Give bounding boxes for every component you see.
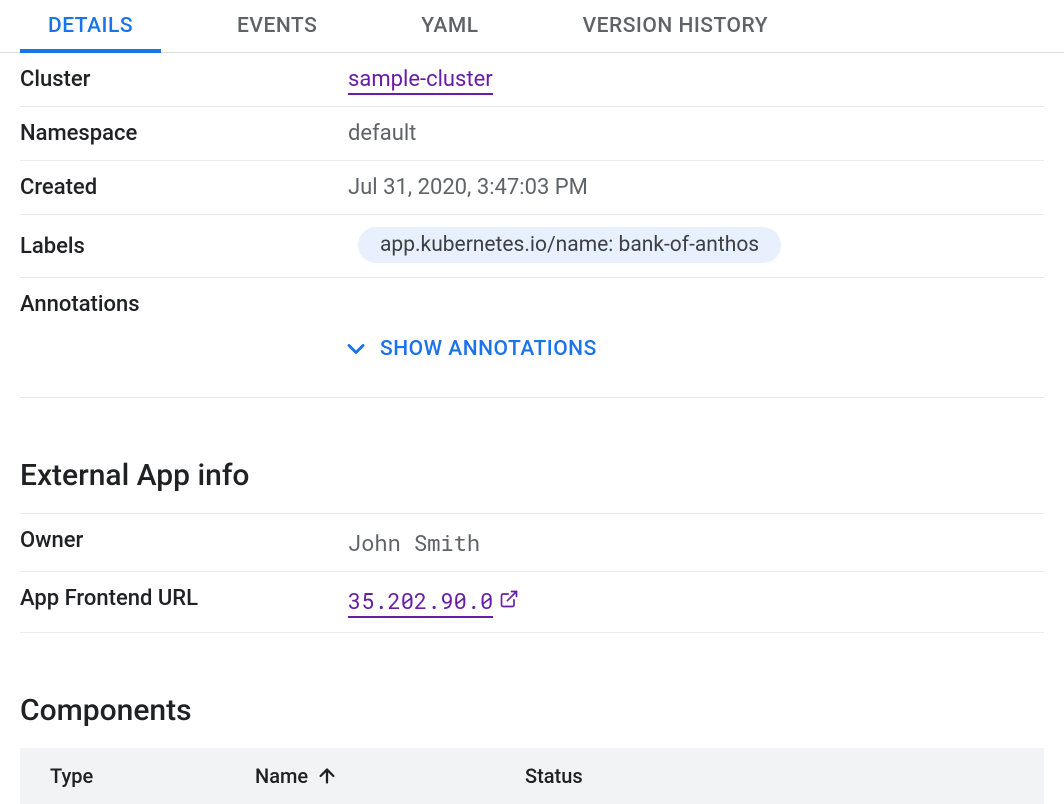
tab-version-history[interactable]: VERSION HISTORY [555,0,796,52]
col-header-name-label: Name [255,764,308,788]
components-table-header: Type Name Status [20,748,1044,804]
row-annotations: Annotations SHOW ANNOTATIONS [20,278,1044,398]
frontend-url-link[interactable]: 35.202.90.0 [348,586,493,618]
tab-details[interactable]: DETAILS [20,0,161,52]
col-header-name[interactable]: Name [255,764,525,788]
row-labels: Labels app.kubernetes.io/name: bank-of-a… [20,215,1044,278]
details-content: Cluster sample-cluster Namespace default… [0,53,1064,804]
label-annotations: Annotations [20,292,348,317]
tab-events[interactable]: EVENTS [209,0,345,52]
show-annotations-label: SHOW ANNOTATIONS [380,337,597,361]
row-namespace: Namespace default [20,107,1044,161]
cluster-link[interactable]: sample-cluster [348,67,493,95]
chevron-down-icon [342,335,370,363]
label-namespace: Namespace [20,121,348,146]
row-created: Created Jul 31, 2020, 3:47:03 PM [20,161,1044,215]
label-labels: Labels [20,234,348,259]
value-created: Jul 31, 2020, 3:47:03 PM [348,175,588,200]
row-cluster: Cluster sample-cluster [20,53,1044,107]
label-frontend-url: App Frontend URL [20,586,348,611]
value-labels: app.kubernetes.io/name: bank-of-anthos [348,229,781,263]
col-header-type[interactable]: Type [50,764,255,788]
col-header-status[interactable]: Status [525,764,1014,788]
tab-yaml[interactable]: YAML [393,0,506,52]
value-frontend-url: 35.202.90.0 [348,586,519,618]
row-owner: Owner John Smith [20,514,1044,572]
sort-ascending-icon [316,765,338,787]
label-created: Created [20,175,348,200]
label-cluster: Cluster [20,67,348,92]
external-link-icon [499,589,519,615]
tabs: DETAILS EVENTS YAML VERSION HISTORY [0,0,1064,53]
components-header: Components [20,693,1044,728]
value-namespace: default [348,121,416,146]
show-annotations-button[interactable]: SHOW ANNOTATIONS [342,335,597,363]
row-frontend-url: App Frontend URL 35.202.90.0 [20,572,1044,633]
label-owner: Owner [20,528,348,553]
value-owner: John Smith [348,528,480,557]
external-app-info-header: External App info [20,458,1044,493]
label-chip: app.kubernetes.io/name: bank-of-anthos [358,227,781,263]
value-cluster: sample-cluster [348,67,493,92]
